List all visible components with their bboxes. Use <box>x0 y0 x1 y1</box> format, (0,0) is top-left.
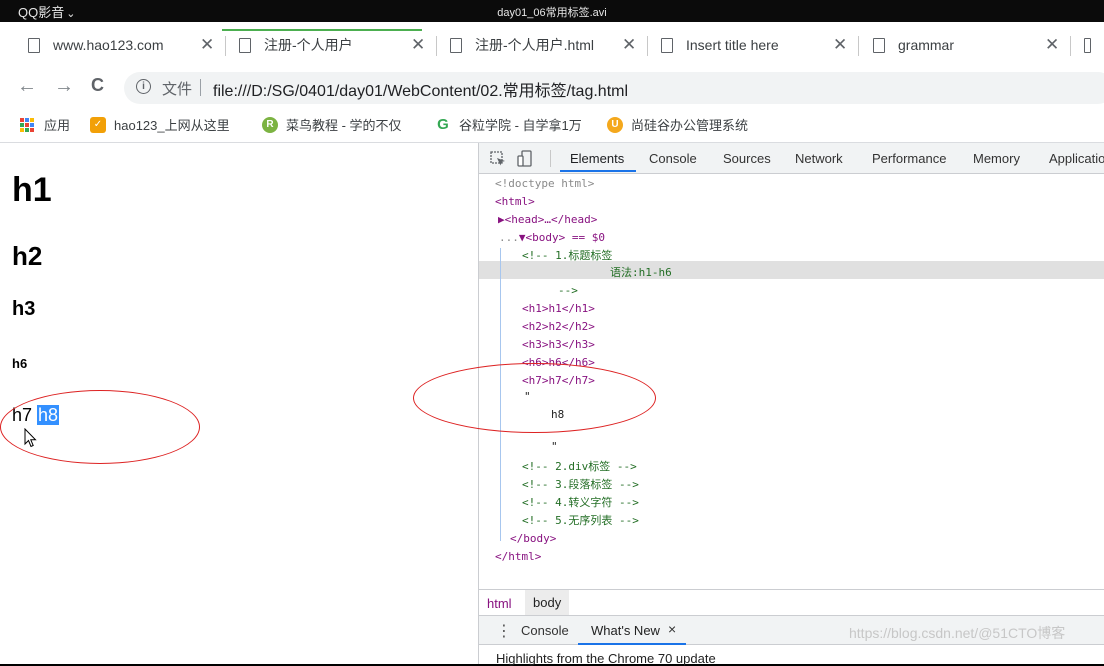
scheme-label: 文件 <box>162 81 193 98</box>
heading-h1: h1 <box>12 171 52 209</box>
close-icon[interactable]: ✕ <box>200 35 214 55</box>
bookmark-label: 尚硅谷办公管理系统 <box>631 118 749 133</box>
dom-comment-5[interactable]: <!-- 5.无序列表 --> <box>522 512 639 530</box>
hao123-icon: ✓ <box>90 116 106 133</box>
device-toolbar-icon[interactable] <box>517 150 535 167</box>
bookmark-runoob[interactable]: R 菜鸟教程 - 学的不仅 <box>262 115 402 134</box>
bookmark-label: 应用 <box>44 118 71 133</box>
active-tab-underline <box>560 170 636 172</box>
loading-indicator <box>222 29 422 31</box>
dom-line-body-close[interactable]: </body> <box>510 530 556 548</box>
reload-button[interactable]: C <box>91 75 104 96</box>
dom-line-body-text: ▼<body> == $0 <box>518 231 605 244</box>
doc-icon <box>661 37 673 53</box>
atguigu-icon: U <box>607 116 623 133</box>
dom-comment-1[interactable]: <!-- 1.标题标签 <box>522 247 612 265</box>
dom-line-html-close[interactable]: </html> <box>495 548 541 566</box>
dom-line-h1[interactable]: <h1>h1</h1> <box>522 300 595 318</box>
devtools-divider <box>550 150 551 167</box>
guli-icon: G <box>435 116 451 133</box>
heading-h3: h3 <box>12 298 36 320</box>
apps-icon <box>20 117 34 132</box>
dom-line-body[interactable]: ...▼<body> == $0 <box>499 229 605 247</box>
tab-grammar[interactable]: grammar ✕ <box>873 22 1063 68</box>
more-options-icon[interactable]: ⋮ <box>496 621 512 641</box>
bookmark-label: 菜鸟教程 - 学的不仅 <box>286 118 402 133</box>
mouse-cursor-icon <box>24 428 37 448</box>
watermark: https://blog.csdn.net/@51CTO博客 <box>849 625 1066 641</box>
dom-comment-2[interactable]: <!-- 2.div标签 --> <box>522 458 637 476</box>
dom-comment-4[interactable]: <!-- 4.转义字符 --> <box>522 494 639 512</box>
tab-active-partial[interactable] <box>1084 22 1104 68</box>
dom-line-doctype[interactable]: <!doctype html> <box>495 175 594 193</box>
close-icon[interactable]: ✕ <box>622 35 636 55</box>
close-icon[interactable]: × <box>668 621 676 637</box>
tab-title: Insert title here <box>686 37 779 53</box>
dom-line-head[interactable]: ▶<head>…</head> <box>498 211 597 229</box>
tab-register-user-html[interactable]: 注册-个人用户.html ✕ <box>450 22 640 68</box>
doc-icon <box>873 37 885 53</box>
tab-memory[interactable]: Memory <box>973 151 1020 166</box>
runoob-icon: R <box>262 116 278 133</box>
browser-tab-strip: www.hao123.com ✕ 注册-个人用户 ✕ 注册-个人用户.html … <box>0 22 1104 68</box>
tab-network[interactable]: Network <box>795 151 843 166</box>
tab-hao123[interactable]: www.hao123.com ✕ <box>28 22 218 68</box>
dom-line-h2[interactable]: <h2>h2</h2> <box>522 318 595 336</box>
drawer-tab-whats-new[interactable]: What's New <box>591 623 660 638</box>
tab-elements[interactable]: Elements <box>570 151 624 166</box>
tab-insert-title[interactable]: Insert title here ✕ <box>661 22 851 68</box>
tab-title: 注册-个人用户 <box>264 37 353 53</box>
close-icon[interactable]: ✕ <box>1045 35 1059 55</box>
bookmark-guli[interactable]: G 谷粒学院 - 自学拿1万 <box>435 115 582 134</box>
red-annotation-ellipse-devtools <box>413 363 656 433</box>
breadcrumb-html[interactable]: html <box>487 596 512 611</box>
player-file-title: day01_06常用标签.avi <box>497 7 607 19</box>
player-title-bar: QQ影音 ⌄ day01_06常用标签.avi <box>0 0 1104 22</box>
forward-button[interactable]: → <box>54 75 74 98</box>
drawer-tab-console[interactable]: Console <box>521 623 569 638</box>
dom-comment-1-syntax: 语法:h1-h6 <box>610 266 672 279</box>
breadcrumb: html body <box>479 589 1104 616</box>
red-annotation-ellipse-page <box>0 390 200 464</box>
tab-title: www.hao123.com <box>53 37 164 53</box>
tab-performance[interactable]: Performance <box>872 151 946 166</box>
bookmark-atguigu[interactable]: U 尚硅谷办公管理系统 <box>607 115 748 134</box>
dom-comment-3[interactable]: <!-- 3.段落标签 --> <box>522 476 639 494</box>
bookmark-hao123[interactable]: ✓ hao123_上网从这里 <box>90 115 230 134</box>
bookmark-label: 谷粒学院 - 自学拿1万 <box>459 118 582 133</box>
dom-line-html[interactable]: <html> <box>495 193 535 211</box>
info-icon[interactable]: i <box>136 79 151 94</box>
tab-console[interactable]: Console <box>649 151 697 166</box>
dom-line-prefix: ... <box>499 231 519 244</box>
tab-application[interactable]: Applicatio <box>1049 151 1104 166</box>
close-icon[interactable]: ✕ <box>833 35 847 55</box>
back-button[interactable]: ← <box>17 75 37 98</box>
close-icon[interactable]: ✕ <box>411 35 425 55</box>
url-text[interactable]: file:///D:/SG/0401/day01/WebContent/02.常… <box>213 77 628 101</box>
doc-icon <box>450 37 462 53</box>
dom-comment-1-end: --> <box>558 284 578 297</box>
dom-text-quote-close: " <box>551 440 558 453</box>
breadcrumb-body[interactable]: body <box>525 590 570 616</box>
tab-title: grammar <box>898 37 955 53</box>
tab-title: 注册-个人用户.html <box>475 37 594 53</box>
doc-icon <box>1084 37 1091 53</box>
inspect-element-icon[interactable] <box>490 151 506 167</box>
tab-sources[interactable]: Sources <box>723 151 771 166</box>
bookmarks-bar: 应用 ✓ hao123_上网从这里 R 菜鸟教程 - 学的不仅 G 谷粒学院 -… <box>0 106 1104 143</box>
bookmark-apps[interactable]: 应用 <box>20 115 70 134</box>
dom-line-h3[interactable]: <h3>h3</h3> <box>522 336 595 354</box>
doc-icon <box>28 37 40 53</box>
active-tab-underline <box>578 643 686 645</box>
omnibox-divider <box>200 79 201 96</box>
bookmark-label: hao123_上网从这里 <box>114 118 230 133</box>
heading-h2: h2 <box>12 241 43 271</box>
doc-icon <box>239 37 251 53</box>
heading-h6: h6 <box>12 356 28 371</box>
